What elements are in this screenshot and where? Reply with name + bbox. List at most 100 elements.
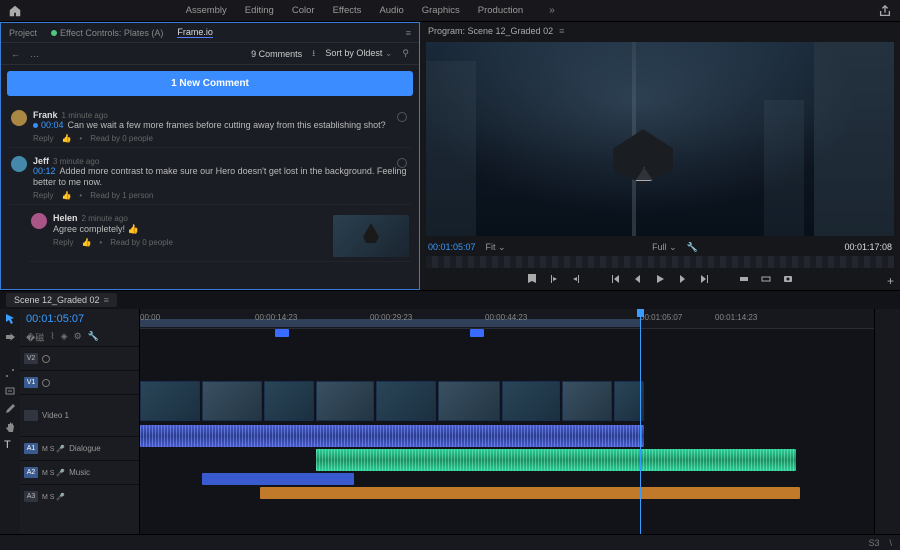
workspace-overflow-icon[interactable]: » xyxy=(549,5,555,16)
button-editor-icon[interactable]: + xyxy=(887,274,894,288)
video-track-header[interactable]: V1 xyxy=(20,370,139,394)
mark-out-icon[interactable] xyxy=(570,273,582,285)
snap-icon[interactable]: �磁 xyxy=(26,331,44,344)
complete-toggle-icon[interactable] xyxy=(397,112,407,122)
selection-tool-icon[interactable] xyxy=(4,313,16,325)
panel-menu-icon[interactable]: ≡ xyxy=(559,26,564,36)
wrench-icon[interactable]: 🔧 xyxy=(88,331,99,344)
clip-marker[interactable] xyxy=(470,329,484,337)
workspace-tab[interactable]: Editing xyxy=(245,5,274,16)
ripple-tool-icon[interactable] xyxy=(4,349,16,361)
program-monitor: Program: Scene 12_Graded 02 ≡ 00:01:05:0… xyxy=(420,22,900,290)
workspace-tab[interactable]: Graphics xyxy=(422,5,460,16)
audio-track-header[interactable]: A3M S 🎤 xyxy=(20,484,139,508)
track-select-tool-icon[interactable] xyxy=(4,331,16,343)
comment-item[interactable]: Frank1 minute ago 00:04Can we wait a few… xyxy=(9,106,411,148)
audio-track-header[interactable]: A2M S 🎤Music xyxy=(20,460,139,484)
resolution-dropdown[interactable]: Full ⌄ xyxy=(652,242,677,253)
timeline-canvas[interactable]: 00:0000:00:14:2300:00:29:2300:00:44:2300… xyxy=(140,309,874,534)
video-clip[interactable] xyxy=(264,381,314,421)
add-marker-icon[interactable] xyxy=(526,273,538,285)
sequence-tab[interactable]: Scene 12_Graded 02 ≡ xyxy=(6,293,117,307)
extract-icon[interactable] xyxy=(760,273,772,285)
video-track-header[interactable]: Video 1 xyxy=(20,394,139,436)
step-back-icon[interactable] xyxy=(632,273,644,285)
audio-clip[interactable] xyxy=(202,473,354,485)
panel-menu-icon[interactable]: ≡ xyxy=(104,295,109,305)
track-headers: 00:01:05:07 �磁 ⌇ ◈ ⚙ 🔧 V2 V1 Video 1 A1M… xyxy=(20,309,140,534)
sort-dropdown[interactable]: Sort by Oldest ⌄ xyxy=(325,48,392,59)
eye-icon[interactable] xyxy=(42,355,50,363)
video-clip[interactable] xyxy=(502,381,560,421)
home-icon[interactable] xyxy=(8,4,22,18)
video-clip[interactable] xyxy=(562,381,612,421)
timecode-current[interactable]: 00:01:05:07 xyxy=(428,242,476,252)
ruler-label: 00:01:14:23 xyxy=(715,313,757,322)
time-ruler[interactable]: 00:0000:00:14:2300:00:29:2300:00:44:2300… xyxy=(140,309,874,329)
workspace-tab[interactable]: Audio xyxy=(379,5,403,16)
tab-frameio[interactable]: Frame.io xyxy=(177,27,213,38)
video-clip[interactable] xyxy=(202,381,262,421)
timeline-timecode[interactable]: 00:01:05:07 xyxy=(20,309,139,329)
wrench-icon[interactable]: 🔧 xyxy=(687,242,698,253)
video-viewport[interactable] xyxy=(426,42,894,236)
eye-icon[interactable] xyxy=(42,379,50,387)
hand-tool-icon[interactable] xyxy=(4,421,16,433)
new-comment-button[interactable]: 1 New Comment xyxy=(7,71,413,96)
audio-clip[interactable] xyxy=(260,487,800,499)
comment-thumbnail[interactable] xyxy=(333,215,409,257)
step-fwd-icon[interactable] xyxy=(676,273,688,285)
video-clip[interactable] xyxy=(438,381,500,421)
export-frame-icon[interactable] xyxy=(782,273,794,285)
marker-icon[interactable]: ◈ xyxy=(61,331,68,344)
comment-list: Frank1 minute ago 00:04Can we wait a few… xyxy=(1,102,419,289)
clip-marker[interactable] xyxy=(275,329,289,337)
like-icon[interactable]: 👍 xyxy=(81,238,91,247)
slip-tool-icon[interactable] xyxy=(4,385,16,397)
linked-selection-icon[interactable]: ⌇ xyxy=(50,331,54,344)
type-tool-icon[interactable]: T xyxy=(4,439,16,451)
filter-icon[interactable]: ⚲ xyxy=(402,48,409,59)
tab-effect-controls[interactable]: Effect Controls: Plates (A) xyxy=(51,28,163,38)
mark-in-icon[interactable] xyxy=(548,273,560,285)
goto-out-icon[interactable] xyxy=(698,273,710,285)
workspace-tab[interactable]: Assembly xyxy=(186,5,227,16)
razor-tool-icon[interactable] xyxy=(4,367,16,379)
panel-menu-icon[interactable]: ≡ xyxy=(406,28,411,38)
back-icon[interactable]: ← xyxy=(11,49,20,59)
video-clip[interactable] xyxy=(376,381,436,421)
top-bar: Assembly Editing Color Effects Audio Gra… xyxy=(0,0,900,22)
pen-tool-icon[interactable] xyxy=(4,403,16,415)
comment-timecode[interactable]: 00:12 xyxy=(33,166,56,176)
playhead[interactable] xyxy=(640,309,641,534)
video-clip[interactable] xyxy=(316,381,374,421)
comment-timecode[interactable]: 00:04 xyxy=(41,120,64,130)
audio-clip[interactable] xyxy=(140,425,644,447)
settings-icon[interactable]: ⚙ xyxy=(74,331,82,344)
tab-project[interactable]: Project xyxy=(9,28,37,38)
complete-toggle-icon[interactable] xyxy=(397,158,407,168)
reply-button[interactable]: Reply xyxy=(33,134,53,143)
like-icon[interactable]: 👍 xyxy=(61,191,71,200)
workspace-tab[interactable]: Color xyxy=(292,5,315,16)
workspace-tab[interactable]: Production xyxy=(478,5,523,16)
download-icon[interactable]: ⭳ xyxy=(312,46,315,62)
video-track-header[interactable]: V2 xyxy=(20,346,139,370)
zoom-fit-dropdown[interactable]: Fit ⌄ xyxy=(486,242,506,253)
audio-meters xyxy=(874,309,900,534)
playback-bar[interactable] xyxy=(426,256,894,268)
video-clip[interactable] xyxy=(140,381,200,421)
comment-item[interactable]: Jeff3 minute ago 00:12Added more contras… xyxy=(9,152,411,205)
reply-button[interactable]: Reply xyxy=(53,238,73,247)
goto-in-icon[interactable] xyxy=(610,273,622,285)
share-icon[interactable] xyxy=(878,4,892,18)
audio-track-header[interactable]: A1M S 🎤Dialogue xyxy=(20,436,139,460)
reply-button[interactable]: Reply xyxy=(33,191,53,200)
ellipsis-icon[interactable]: … xyxy=(30,49,39,59)
audio-clip[interactable] xyxy=(316,449,796,471)
play-icon[interactable] xyxy=(654,273,666,285)
like-icon[interactable]: 👍 xyxy=(61,134,71,143)
lift-icon[interactable] xyxy=(738,273,750,285)
comment-item[interactable]: Helen2 minute ago Agree completely! 👍 Re… xyxy=(29,209,411,262)
workspace-tab[interactable]: Effects xyxy=(333,5,362,16)
